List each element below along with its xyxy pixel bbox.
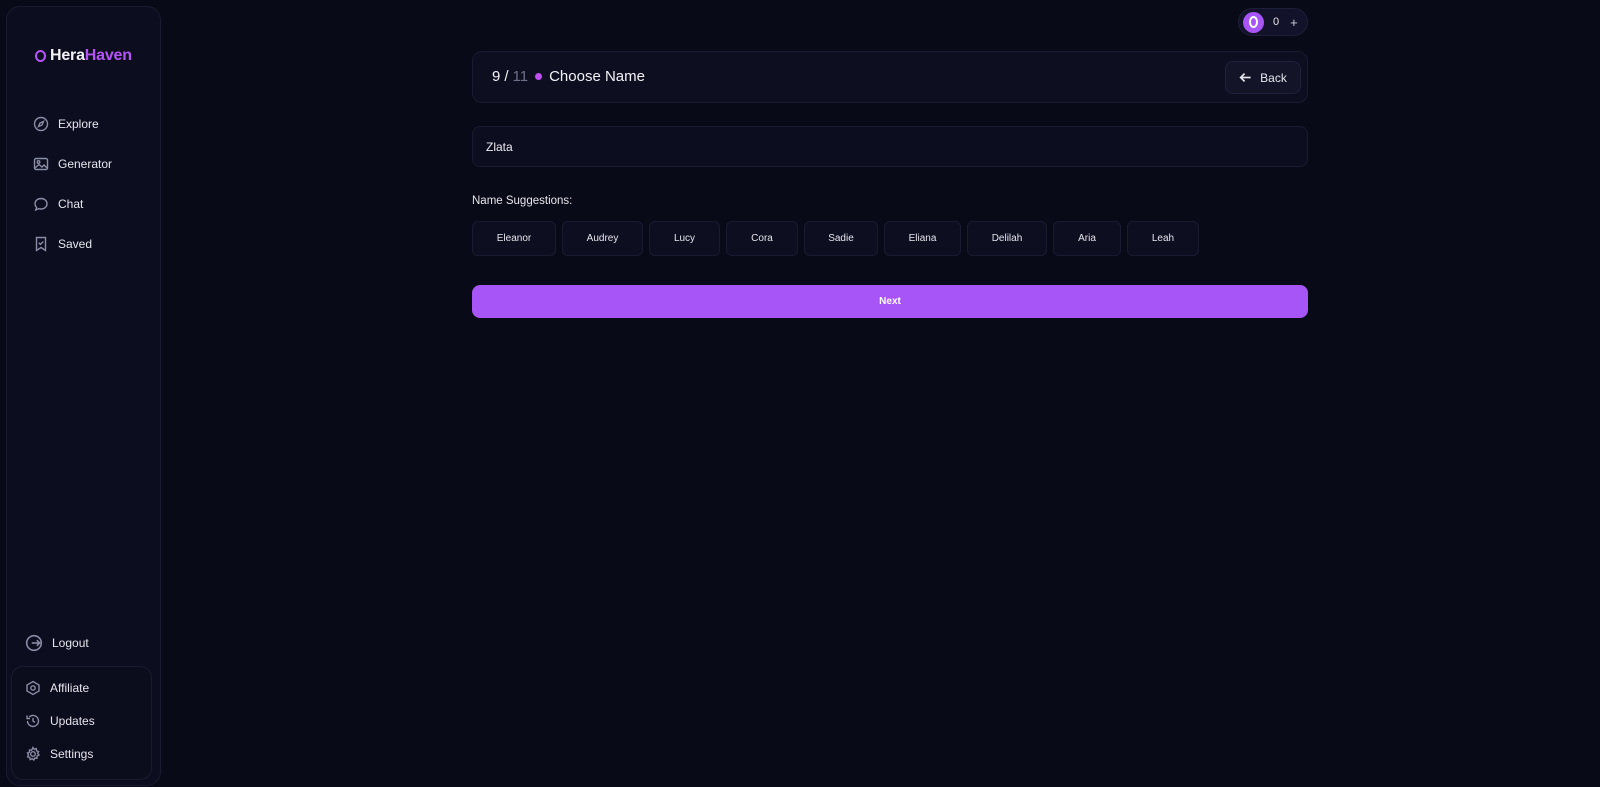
suggestion-chip-sadie[interactable]: Sadie: [804, 221, 878, 256]
logout-label: Logout: [52, 636, 89, 650]
gear-icon: [26, 746, 41, 762]
sidebar: Hera Haven Explore Generator Chat Saved …: [6, 6, 161, 786]
suggestion-chip-cora[interactable]: Cora: [726, 221, 798, 256]
credits-pill: 0 +: [1238, 8, 1308, 36]
step-dot: [535, 73, 543, 80]
sidebar-item-label: Updates: [50, 714, 95, 728]
sidebar-item-updates[interactable]: Updates: [25, 713, 95, 729]
compass-icon: [33, 116, 49, 132]
step-total: 11: [512, 68, 529, 85]
suggestion-chip-lucy[interactable]: Lucy: [649, 221, 720, 256]
back-button-label: Back: [1260, 70, 1287, 85]
sidebar-bottom-panel: Affiliate Updates Settings: [11, 666, 152, 780]
brand-logo[interactable]: Hera Haven: [35, 47, 132, 65]
arrow-left-icon: [1239, 73, 1251, 82]
add-credits-button[interactable]: +: [1290, 15, 1298, 30]
sidebar-item-settings[interactable]: Settings: [25, 746, 93, 762]
sidebar-item-label: Saved: [58, 237, 93, 251]
suggestion-chip-audrey[interactable]: Audrey: [562, 221, 643, 256]
credit-count: 0: [1273, 16, 1280, 28]
image-icon: [33, 157, 49, 171]
suggestions-label: Name Suggestions:: [472, 195, 573, 207]
brand-name-part1: Hera: [50, 47, 85, 64]
next-button[interactable]: Next: [472, 285, 1308, 318]
affiliate-icon: [26, 680, 40, 696]
bookmark-icon: [35, 236, 47, 252]
name-input[interactable]: [472, 126, 1308, 167]
suggestion-chip-eleanor[interactable]: Eleanor: [472, 221, 556, 256]
sidebar-item-label: Affiliate: [50, 681, 90, 695]
step-separator: /: [504, 68, 509, 85]
brand-name-part2: Haven: [84, 47, 132, 64]
sidebar-item-label: Chat: [58, 197, 84, 211]
sidebar-item-explore[interactable]: Explore: [33, 116, 99, 132]
suggestion-chip-leah[interactable]: Leah: [1127, 221, 1199, 256]
sidebar-item-generator[interactable]: Generator: [33, 156, 112, 172]
step-current: 9: [492, 68, 501, 85]
sidebar-item-affiliate[interactable]: Affiliate: [25, 680, 89, 696]
sidebar-item-saved[interactable]: Saved: [33, 236, 92, 252]
sidebar-item-label: Explore: [58, 117, 99, 131]
chat-icon: [34, 197, 48, 212]
step-header: 9 / 11 Choose Name Back: [472, 51, 1308, 103]
back-button[interactable]: Back: [1225, 61, 1301, 94]
logout-icon: [25, 634, 43, 652]
sidebar-item-label: Settings: [50, 747, 94, 761]
logo-icon: [35, 50, 46, 62]
step-title: 9 / 11 Choose Name: [492, 68, 645, 85]
suggestion-chip-aria[interactable]: Aria: [1053, 221, 1121, 256]
suggestion-chip-delilah[interactable]: Delilah: [967, 221, 1047, 256]
sidebar-item-chat[interactable]: Chat: [33, 196, 83, 212]
suggestion-chip-eliana[interactable]: Eliana: [884, 221, 961, 256]
step-name: Choose Name: [549, 68, 645, 85]
suggestions-list: Eleanor Audrey Lucy Cora Sadie Eliana De…: [472, 221, 1199, 256]
history-icon: [26, 714, 40, 728]
logout-button[interactable]: Logout: [25, 634, 89, 652]
coin-icon: [1243, 11, 1264, 33]
sidebar-item-label: Generator: [58, 157, 113, 171]
